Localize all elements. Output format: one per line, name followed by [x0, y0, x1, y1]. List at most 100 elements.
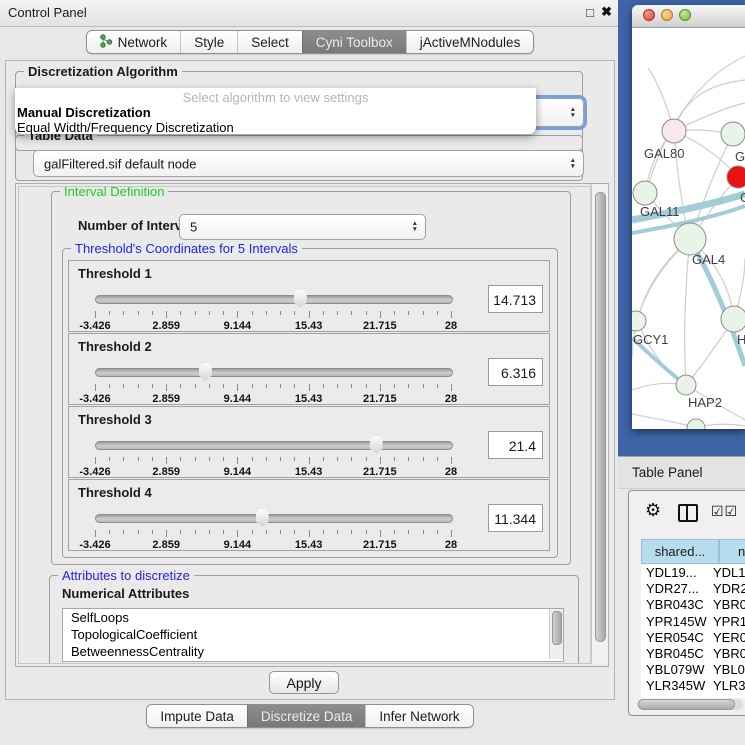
slider-thumb[interactable]: [197, 362, 213, 381]
slider-thumb[interactable]: [292, 289, 308, 308]
slider-track[interactable]: [95, 514, 453, 523]
mac-zoom-icon[interactable]: [679, 9, 691, 21]
table-row[interactable]: YDR27...YDR2: [641, 581, 745, 597]
attributes-group: Attributes to discretize Numerical Attri…: [49, 575, 579, 664]
network-node[interactable]: [727, 166, 745, 188]
list-scrollbar[interactable]: [549, 609, 563, 659]
table-row[interactable]: YBR043CYBR0: [641, 597, 745, 613]
dropdown-prompt: Select algorithm to view settings: [15, 88, 536, 105]
tick-mark: [366, 530, 367, 534]
tick-mark: [451, 457, 452, 464]
tab-impute-data[interactable]: Impute Data: [147, 705, 247, 727]
tab-jactivemnodules[interactable]: jActiveMNodules: [406, 31, 534, 53]
tab-cyni-toolbox[interactable]: Cyni Toolbox: [302, 31, 406, 53]
scrollbar-thumb[interactable]: [595, 192, 606, 642]
network-canvas[interactable]: GAL80GACGAL11GAL4GCY1HHAP2: [632, 28, 745, 429]
slider-thumb[interactable]: [254, 508, 270, 527]
tab-network[interactable]: Network: [87, 31, 181, 53]
dropdown-option[interactable]: Equal Width/Frequency Discretization: [15, 120, 536, 134]
table-row[interactable]: YER054CYER0: [641, 630, 745, 646]
node-label: H: [737, 332, 745, 347]
network-node[interactable]: [674, 223, 706, 255]
interval-definition-group: Interval Definition Number of Intervals …: [51, 191, 571, 565]
threshold-slider: -3.4262.8599.14415.4321.71528: [93, 435, 453, 475]
tick-mark: [423, 457, 424, 461]
tick-label: 21.715: [363, 539, 397, 551]
group-title: Threshold's Coordinates for 5 Intervals: [71, 241, 302, 256]
number-of-intervals-combobox[interactable]: 5 ▲▼: [179, 214, 426, 240]
table-hscrollbar[interactable]: [637, 699, 743, 710]
tab-infer-network[interactable]: Infer Network: [365, 705, 472, 727]
slider-track[interactable]: [95, 368, 453, 377]
split-columns-icon[interactable]: [678, 504, 698, 522]
threshold-value-field[interactable]: 6.316: [488, 358, 543, 386]
tab-discretize-data[interactable]: Discretize Data: [247, 705, 366, 727]
tick-mark: [351, 530, 352, 534]
table-data-combobox[interactable]: galFiltered.sif default node ▲▼: [33, 150, 584, 177]
network-node[interactable]: [721, 122, 745, 146]
network-node[interactable]: [676, 375, 696, 395]
tick-label: 9.144: [224, 320, 252, 332]
network-node[interactable]: [662, 119, 686, 143]
tick-mark: [180, 457, 181, 461]
combo-stepper-icon: ▲▼: [412, 221, 418, 233]
network-node[interactable]: [632, 311, 646, 331]
table-row[interactable]: YLR345WYLR3: [641, 678, 745, 694]
table-row[interactable]: YBR045CYBR0: [641, 646, 745, 662]
node-table-rows: YDL19...YDL1YDR27...YDR2YBR043CYBR0YPR14…: [641, 565, 745, 698]
list-item[interactable]: TopologicalCoefficient: [63, 626, 563, 643]
mac-minimize-icon[interactable]: [661, 9, 673, 21]
tick-label: 9.144: [224, 539, 252, 551]
network-node[interactable]: [687, 419, 705, 429]
slider-track[interactable]: [95, 441, 453, 450]
tick-mark: [123, 530, 124, 534]
tick-mark: [123, 311, 124, 315]
tick-mark: [237, 457, 238, 464]
checked-checkbox-icons[interactable]: ☑☑: [711, 503, 738, 520]
mac-close-icon[interactable]: [643, 9, 655, 21]
column-header-name[interactable]: n: [719, 539, 745, 564]
threshold-value-field[interactable]: 14.713: [488, 285, 543, 313]
table-row[interactable]: YBL079WYBL0: [641, 662, 745, 678]
tick-label: 21.715: [363, 393, 397, 405]
cell-shared-name: YIL052C: [646, 695, 697, 699]
tick-mark: [351, 384, 352, 388]
tab-label: Infer Network: [379, 709, 459, 724]
tick-mark: [252, 384, 253, 388]
tick-mark: [394, 384, 395, 388]
tab-style[interactable]: Style: [180, 31, 237, 53]
tick-label: -3.426: [79, 320, 110, 332]
float-window-icon[interactable]: □: [586, 5, 594, 20]
scrollbar-thumb[interactable]: [638, 699, 735, 710]
numerical-attributes-label: Numerical Attributes: [62, 586, 189, 601]
tick-mark: [237, 384, 238, 391]
tab-select[interactable]: Select: [237, 31, 302, 53]
dropdown-option[interactable]: Manual Discretization: [15, 105, 536, 120]
threshold-value-field[interactable]: 21.4: [488, 431, 543, 459]
column-header-shared[interactable]: shared...: [641, 539, 719, 564]
tick-mark: [394, 457, 395, 461]
gear-icon[interactable]: ⚙: [645, 500, 661, 521]
apply-button[interactable]: Apply: [269, 671, 339, 694]
list-item[interactable]: BetweennessCentrality: [63, 643, 563, 660]
table-row[interactable]: YDL19...YDL1: [641, 565, 745, 581]
panel-scrollbar[interactable]: [591, 184, 608, 664]
tick-label: -3.426: [79, 466, 110, 478]
node-label: GAL80: [644, 146, 684, 161]
slider-track[interactable]: [95, 295, 453, 304]
table-row[interactable]: YIL052CYIL0: [641, 695, 745, 699]
tick-label: 2.859: [152, 393, 180, 405]
tick-mark: [294, 311, 295, 315]
network-node[interactable]: [721, 306, 745, 332]
scrollbar-thumb[interactable]: [552, 611, 562, 645]
threshold-panel: Threshold 2-3.4262.8599.14415.4321.71528…: [68, 333, 550, 405]
close-icon[interactable]: ✖: [601, 4, 612, 20]
network-node[interactable]: [633, 181, 657, 205]
list-item[interactable]: SelfLoops: [63, 609, 563, 626]
tick-mark: [323, 530, 324, 534]
cell-shared-name: YPR145W: [646, 614, 707, 629]
slider-thumb[interactable]: [368, 435, 384, 454]
table-row[interactable]: YPR145WYPR1: [641, 614, 745, 630]
threshold-value-field[interactable]: 11.344: [488, 504, 543, 532]
control-panel: Control Panel □ ✖ NetworkStyleSelectCyni…: [0, 0, 620, 745]
